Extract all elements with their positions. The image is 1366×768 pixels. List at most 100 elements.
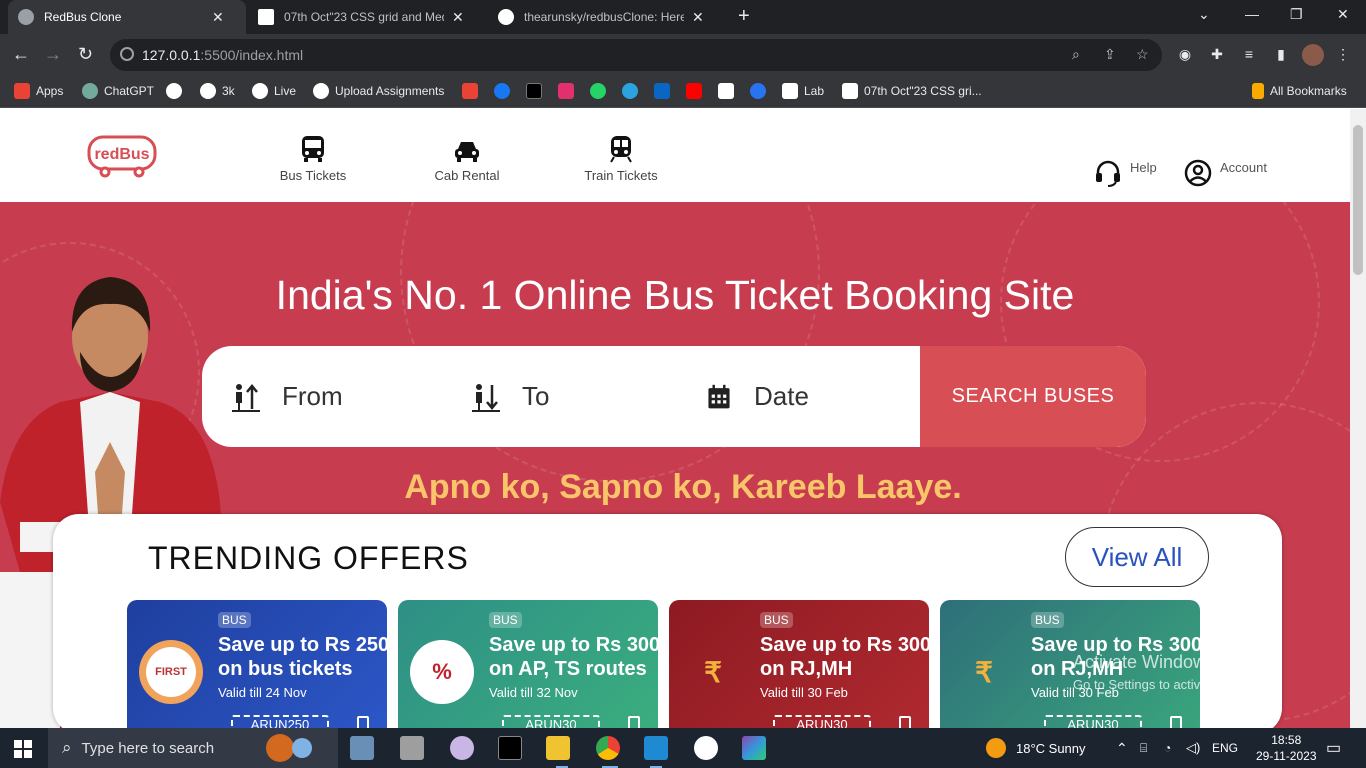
- chrome-app-icon[interactable]: [596, 736, 620, 760]
- tab-title: thearunsky/redbusClone: Here i: [524, 10, 684, 24]
- close-tab-icon[interactable]: ✕: [212, 9, 224, 26]
- weather-widget[interactable]: 18°C Sunny: [986, 728, 1086, 768]
- bookmark-github[interactable]: [166, 83, 188, 99]
- bookmark-telegram[interactable]: [622, 83, 644, 99]
- copy-icon[interactable]: [899, 716, 911, 728]
- offer-badge: BUS: [218, 612, 251, 628]
- offer-card[interactable]: FIRST BUS Save up to Rs 250 on bus ticket…: [127, 600, 387, 728]
- restore-button[interactable]: ❐: [1290, 6, 1303, 23]
- windows-taskbar: ⌕ Type here to search 18°C Sunny ⌃ ⌸ ◔ ◁…: [0, 728, 1366, 768]
- tab-css-grid[interactable]: 07th Oct"23 CSS grid and Media ✕: [248, 0, 486, 34]
- bookmark-chatgpt[interactable]: ChatGPT: [82, 83, 154, 99]
- forward-arrow-icon[interactable]: →: [44, 44, 62, 65]
- offer-code: ARUN250: [231, 715, 329, 728]
- minimize-button[interactable]: —: [1245, 6, 1259, 22]
- profile-avatar[interactable]: [1302, 44, 1324, 66]
- page-scrollbar[interactable]: [1350, 109, 1366, 728]
- pc-app-icon[interactable]: [350, 736, 374, 760]
- bookmark-gmail[interactable]: [462, 83, 484, 99]
- all-bookmarks[interactable]: All Bookmarks: [1252, 83, 1347, 99]
- file-explorer-icon[interactable]: [546, 736, 570, 760]
- extension-circle-icon[interactable]: ◉: [1176, 46, 1194, 64]
- bookmark-live[interactable]: Live: [252, 83, 296, 99]
- tab-github-redbus[interactable]: thearunsky/redbusClone: Here i ✕: [488, 0, 726, 34]
- bookmark-x[interactable]: [526, 83, 548, 99]
- app-launcher-icon[interactable]: [742, 736, 766, 760]
- help-link[interactable]: Help: [1094, 147, 1157, 187]
- copy-icon[interactable]: [628, 716, 640, 728]
- close-window-button[interactable]: ✕: [1337, 6, 1349, 23]
- terminal-app-icon[interactable]: [498, 736, 522, 760]
- bookmark-youtube[interactable]: [686, 83, 708, 99]
- nav-cab-rental[interactable]: Cab Rental: [430, 135, 504, 183]
- nav-train-tickets[interactable]: Train Tickets: [580, 135, 662, 183]
- bookmark-apps[interactable]: Apps: [14, 83, 63, 99]
- whatsapp-icon: [590, 83, 606, 99]
- scrollbar-thumb[interactable]: [1353, 125, 1363, 275]
- extensions-puzzle-icon[interactable]: ✚: [1208, 46, 1226, 64]
- side-panel-icon[interactable]: ▮: [1272, 46, 1290, 64]
- mongodb-app-icon[interactable]: [694, 736, 718, 760]
- share-icon[interactable]: ⇪: [1104, 46, 1116, 63]
- tab-redbus-clone[interactable]: RedBus Clone ✕: [8, 0, 246, 34]
- calculator-app-icon[interactable]: [400, 736, 424, 760]
- notification-icon[interactable]: ▭: [1326, 728, 1341, 768]
- bookmark-3k[interactable]: 3k: [200, 83, 235, 99]
- view-all-button[interactable]: View All: [1065, 527, 1209, 587]
- site-info-icon[interactable]: [120, 47, 134, 61]
- close-tab-icon[interactable]: ✕: [692, 9, 704, 26]
- tray-overflow-icon[interactable]: ⌃: [1116, 728, 1128, 768]
- back-arrow-icon[interactable]: ←: [12, 44, 30, 65]
- search-buses-button[interactable]: SEARCH BUSES: [920, 346, 1146, 447]
- tab-title: RedBus Clone: [44, 10, 122, 24]
- menu-dots-icon[interactable]: ⋮: [1334, 46, 1352, 64]
- to-field[interactable]: To: [470, 346, 700, 447]
- offer-title: Save up to Rs 300 on AP, TS routes: [489, 634, 658, 680]
- media-list-icon[interactable]: ≡: [1240, 46, 1258, 64]
- bookmarks-bar: Apps ChatGPT 3k Live Upload Assignments …: [0, 76, 1366, 108]
- zoom-icon[interactable]: ⌕: [1072, 46, 1080, 63]
- redbus-logo[interactable]: redBus: [87, 134, 157, 178]
- account-link[interactable]: Account: [1184, 147, 1267, 187]
- date-field[interactable]: Date: [706, 346, 906, 447]
- language-indicator[interactable]: ENG: [1212, 728, 1238, 768]
- bookmark-star-icon[interactable]: ☆: [1136, 46, 1149, 63]
- paint-app-icon[interactable]: [450, 736, 474, 760]
- bookmark-flipkart[interactable]: [750, 83, 772, 99]
- nav-label: Train Tickets: [584, 168, 658, 183]
- copy-icon[interactable]: [357, 716, 369, 728]
- bookmark-upload-assignments[interactable]: Upload Assignments: [313, 83, 444, 99]
- x-icon: [526, 83, 542, 99]
- wifi-icon[interactable]: ◔: [1164, 728, 1171, 768]
- bookmark-whatsapp[interactable]: [590, 83, 612, 99]
- close-tab-icon[interactable]: ✕: [452, 9, 464, 26]
- date-label: Date: [754, 381, 809, 411]
- offer-card[interactable]: % BUS Save up to Rs 300 on AP, TS routes …: [398, 600, 658, 728]
- windows-start-icon[interactable]: [14, 740, 32, 758]
- offer-code: ARUN30: [773, 715, 871, 728]
- new-tab-button[interactable]: +: [738, 6, 750, 26]
- tab-search-icon[interactable]: ⌄: [1198, 6, 1210, 23]
- offer-card[interactable]: ₹ BUS Save up to Rs 300 on RJ,MH Valid ti…: [669, 600, 929, 728]
- copy-icon[interactable]: [1170, 716, 1182, 728]
- address-bar[interactable]: 127.0.0.1:5500/index.html ⌕ ⇪ ☆: [110, 39, 1162, 71]
- offer-badge: BUS: [1031, 612, 1064, 628]
- volume-icon[interactable]: ◁): [1186, 728, 1200, 768]
- bookmark-css-grid[interactable]: 07th Oct"23 CSS gri...: [842, 83, 982, 99]
- bookmark-lab[interactable]: Lab: [782, 83, 824, 99]
- bookmark-linkedin[interactable]: [654, 83, 676, 99]
- offer-code: ARUN30: [502, 715, 600, 728]
- clock[interactable]: 18:58 29-11-2023: [1256, 728, 1317, 768]
- bookmark-amazon[interactable]: [718, 83, 740, 99]
- reload-icon[interactable]: ↻: [78, 44, 93, 65]
- offer-title: Save up to Rs 300 on RJ,MH: [760, 634, 929, 680]
- flipkart-icon: [750, 83, 766, 99]
- taskbar-search-box[interactable]: ⌕ Type here to search: [48, 728, 338, 768]
- vscode-app-icon[interactable]: [644, 736, 668, 760]
- departure-icon: [232, 383, 260, 412]
- nav-bus-tickets[interactable]: Bus Tickets: [276, 135, 350, 183]
- network-icon[interactable]: ⌸: [1140, 728, 1147, 768]
- bookmark-facebook[interactable]: [494, 83, 516, 99]
- bookmark-instagram[interactable]: [558, 83, 580, 99]
- from-field[interactable]: From: [230, 346, 460, 447]
